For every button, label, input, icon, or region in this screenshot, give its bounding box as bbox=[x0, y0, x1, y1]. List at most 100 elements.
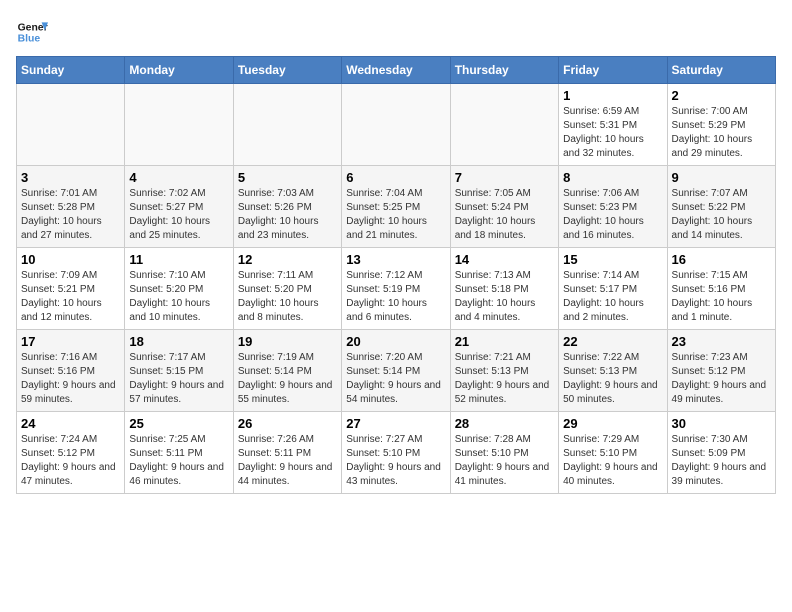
day-number: 26 bbox=[238, 416, 337, 431]
calendar-week-row: 10 Sunrise: 7:09 AMSunset: 5:21 PMDayligh… bbox=[17, 248, 776, 330]
day-detail: Sunrise: 7:04 AMSunset: 5:25 PMDaylight:… bbox=[346, 187, 445, 243]
day-detail: Sunrise: 6:59 AMSunset: 5:31 PMDaylight:… bbox=[563, 105, 662, 161]
day-number: 14 bbox=[455, 252, 554, 267]
day-number: 1 bbox=[563, 88, 662, 103]
calendar-cell: 7 Sunrise: 7:05 AMSunset: 5:24 PMDaylight… bbox=[450, 166, 558, 248]
day-detail: Sunrise: 7:17 AMSunset: 5:15 PMDaylight:… bbox=[129, 351, 228, 407]
calendar-cell bbox=[342, 84, 450, 166]
calendar-cell: 1 Sunrise: 6:59 AMSunset: 5:31 PMDaylight… bbox=[559, 84, 667, 166]
weekday-header-monday: Monday bbox=[125, 57, 233, 84]
day-detail: Sunrise: 7:07 AMSunset: 5:22 PMDaylight:… bbox=[672, 187, 771, 243]
day-detail: Sunrise: 7:16 AMSunset: 5:16 PMDaylight:… bbox=[21, 351, 120, 407]
calendar-cell: 4 Sunrise: 7:02 AMSunset: 5:27 PMDaylight… bbox=[125, 166, 233, 248]
calendar-cell: 2Sunrise: 7:00 AMSunset: 5:29 PMDaylight… bbox=[667, 84, 775, 166]
calendar-cell: 27 Sunrise: 7:27 AMSunset: 5:10 PMDayligh… bbox=[342, 412, 450, 494]
day-number: 30 bbox=[672, 416, 771, 431]
calendar-cell: 26 Sunrise: 7:26 AMSunset: 5:11 PMDayligh… bbox=[233, 412, 341, 494]
calendar-week-row: 24 Sunrise: 7:24 AMSunset: 5:12 PMDayligh… bbox=[17, 412, 776, 494]
day-detail: Sunrise: 7:24 AMSunset: 5:12 PMDaylight:… bbox=[21, 433, 120, 489]
calendar-cell: 9 Sunrise: 7:07 AMSunset: 5:22 PMDaylight… bbox=[667, 166, 775, 248]
day-number: 12 bbox=[238, 252, 337, 267]
calendar-cell: 15 Sunrise: 7:14 AMSunset: 5:17 PMDayligh… bbox=[559, 248, 667, 330]
day-detail: Sunrise: 7:10 AMSunset: 5:20 PMDaylight:… bbox=[129, 269, 228, 325]
calendar-cell: 18Sunrise: 7:17 AMSunset: 5:15 PMDayligh… bbox=[125, 330, 233, 412]
svg-text:Blue: Blue bbox=[18, 34, 41, 45]
day-number: 20 bbox=[346, 334, 445, 349]
calendar-cell: 12 Sunrise: 7:11 AMSunset: 5:20 PMDayligh… bbox=[233, 248, 341, 330]
calendar-cell: 3 Sunrise: 7:01 AMSunset: 5:28 PMDaylight… bbox=[17, 166, 125, 248]
calendar-cell: 14Sunrise: 7:13 AMSunset: 5:18 PMDayligh… bbox=[450, 248, 558, 330]
day-detail: Sunrise: 7:01 AMSunset: 5:28 PMDaylight:… bbox=[21, 187, 120, 243]
day-number: 2 bbox=[672, 88, 771, 103]
day-number: 21 bbox=[455, 334, 554, 349]
day-number: 19 bbox=[238, 334, 337, 349]
day-detail: Sunrise: 7:28 AMSunset: 5:10 PMDaylight:… bbox=[455, 433, 554, 489]
calendar-cell: 24 Sunrise: 7:24 AMSunset: 5:12 PMDayligh… bbox=[17, 412, 125, 494]
day-detail: Sunrise: 7:21 AMSunset: 5:13 PMDaylight:… bbox=[455, 351, 554, 407]
calendar-cell: 16Sunrise: 7:15 AMSunset: 5:16 PMDayligh… bbox=[667, 248, 775, 330]
calendar-cell: 22 Sunrise: 7:22 AMSunset: 5:13 PMDayligh… bbox=[559, 330, 667, 412]
day-number: 15 bbox=[563, 252, 662, 267]
calendar-cell: 11 Sunrise: 7:10 AMSunset: 5:20 PMDayligh… bbox=[125, 248, 233, 330]
calendar-cell: 30 Sunrise: 7:30 AMSunset: 5:09 PMDayligh… bbox=[667, 412, 775, 494]
calendar-week-row: 17 Sunrise: 7:16 AMSunset: 5:16 PMDayligh… bbox=[17, 330, 776, 412]
calendar-cell: 10 Sunrise: 7:09 AMSunset: 5:21 PMDayligh… bbox=[17, 248, 125, 330]
page-header: General Blue bbox=[16, 16, 776, 48]
day-detail: Sunrise: 7:25 AMSunset: 5:11 PMDaylight:… bbox=[129, 433, 228, 489]
day-number: 23 bbox=[672, 334, 771, 349]
calendar-cell: 17 Sunrise: 7:16 AMSunset: 5:16 PMDayligh… bbox=[17, 330, 125, 412]
calendar-week-row: 1 Sunrise: 6:59 AMSunset: 5:31 PMDaylight… bbox=[17, 84, 776, 166]
day-number: 7 bbox=[455, 170, 554, 185]
weekday-header-friday: Friday bbox=[559, 57, 667, 84]
weekday-header-wednesday: Wednesday bbox=[342, 57, 450, 84]
weekday-header-tuesday: Tuesday bbox=[233, 57, 341, 84]
calendar-table: SundayMondayTuesdayWednesdayThursdayFrid… bbox=[16, 56, 776, 494]
day-detail: Sunrise: 7:30 AMSunset: 5:09 PMDaylight:… bbox=[672, 433, 771, 489]
day-detail: Sunrise: 7:20 AMSunset: 5:14 PMDaylight:… bbox=[346, 351, 445, 407]
calendar-cell: 6 Sunrise: 7:04 AMSunset: 5:25 PMDaylight… bbox=[342, 166, 450, 248]
calendar-cell: 29Sunrise: 7:29 AMSunset: 5:10 PMDayligh… bbox=[559, 412, 667, 494]
calendar-cell bbox=[125, 84, 233, 166]
calendar-cell bbox=[17, 84, 125, 166]
day-detail: Sunrise: 7:14 AMSunset: 5:17 PMDaylight:… bbox=[563, 269, 662, 325]
calendar-cell: 8 Sunrise: 7:06 AMSunset: 5:23 PMDaylight… bbox=[559, 166, 667, 248]
calendar-cell: 13 Sunrise: 7:12 AMSunset: 5:19 PMDayligh… bbox=[342, 248, 450, 330]
day-detail: Sunrise: 7:02 AMSunset: 5:27 PMDaylight:… bbox=[129, 187, 228, 243]
day-detail: Sunrise: 7:19 AMSunset: 5:14 PMDaylight:… bbox=[238, 351, 337, 407]
day-detail: Sunrise: 7:22 AMSunset: 5:13 PMDaylight:… bbox=[563, 351, 662, 407]
day-number: 17 bbox=[21, 334, 120, 349]
day-detail: Sunrise: 7:05 AMSunset: 5:24 PMDaylight:… bbox=[455, 187, 554, 243]
day-number: 28 bbox=[455, 416, 554, 431]
weekday-header-saturday: Saturday bbox=[667, 57, 775, 84]
day-number: 24 bbox=[21, 416, 120, 431]
calendar-header-row: SundayMondayTuesdayWednesdayThursdayFrid… bbox=[17, 57, 776, 84]
day-detail: Sunrise: 7:11 AMSunset: 5:20 PMDaylight:… bbox=[238, 269, 337, 325]
calendar-cell: 23Sunrise: 7:23 AMSunset: 5:12 PMDayligh… bbox=[667, 330, 775, 412]
day-number: 3 bbox=[21, 170, 120, 185]
day-number: 6 bbox=[346, 170, 445, 185]
calendar-cell: 25 Sunrise: 7:25 AMSunset: 5:11 PMDayligh… bbox=[125, 412, 233, 494]
day-number: 4 bbox=[129, 170, 228, 185]
day-number: 25 bbox=[129, 416, 228, 431]
day-detail: Sunrise: 7:27 AMSunset: 5:10 PMDaylight:… bbox=[346, 433, 445, 489]
day-number: 11 bbox=[129, 252, 228, 267]
calendar-cell: 5Sunrise: 7:03 AMSunset: 5:26 PMDaylight… bbox=[233, 166, 341, 248]
day-number: 16 bbox=[672, 252, 771, 267]
day-number: 9 bbox=[672, 170, 771, 185]
day-detail: Sunrise: 7:12 AMSunset: 5:19 PMDaylight:… bbox=[346, 269, 445, 325]
day-number: 10 bbox=[21, 252, 120, 267]
day-detail: Sunrise: 7:29 AMSunset: 5:10 PMDaylight:… bbox=[563, 433, 662, 489]
weekday-header-thursday: Thursday bbox=[450, 57, 558, 84]
weekday-header-sunday: Sunday bbox=[17, 57, 125, 84]
day-number: 8 bbox=[563, 170, 662, 185]
logo-icon: General Blue bbox=[16, 16, 48, 48]
day-number: 22 bbox=[563, 334, 662, 349]
day-number: 13 bbox=[346, 252, 445, 267]
calendar-cell: 20 Sunrise: 7:20 AMSunset: 5:14 PMDayligh… bbox=[342, 330, 450, 412]
day-detail: Sunrise: 7:09 AMSunset: 5:21 PMDaylight:… bbox=[21, 269, 120, 325]
day-detail: Sunrise: 7:26 AMSunset: 5:11 PMDaylight:… bbox=[238, 433, 337, 489]
day-detail: Sunrise: 7:06 AMSunset: 5:23 PMDaylight:… bbox=[563, 187, 662, 243]
calendar-cell bbox=[233, 84, 341, 166]
day-number: 27 bbox=[346, 416, 445, 431]
calendar-cell: 19 Sunrise: 7:19 AMSunset: 5:14 PMDayligh… bbox=[233, 330, 341, 412]
